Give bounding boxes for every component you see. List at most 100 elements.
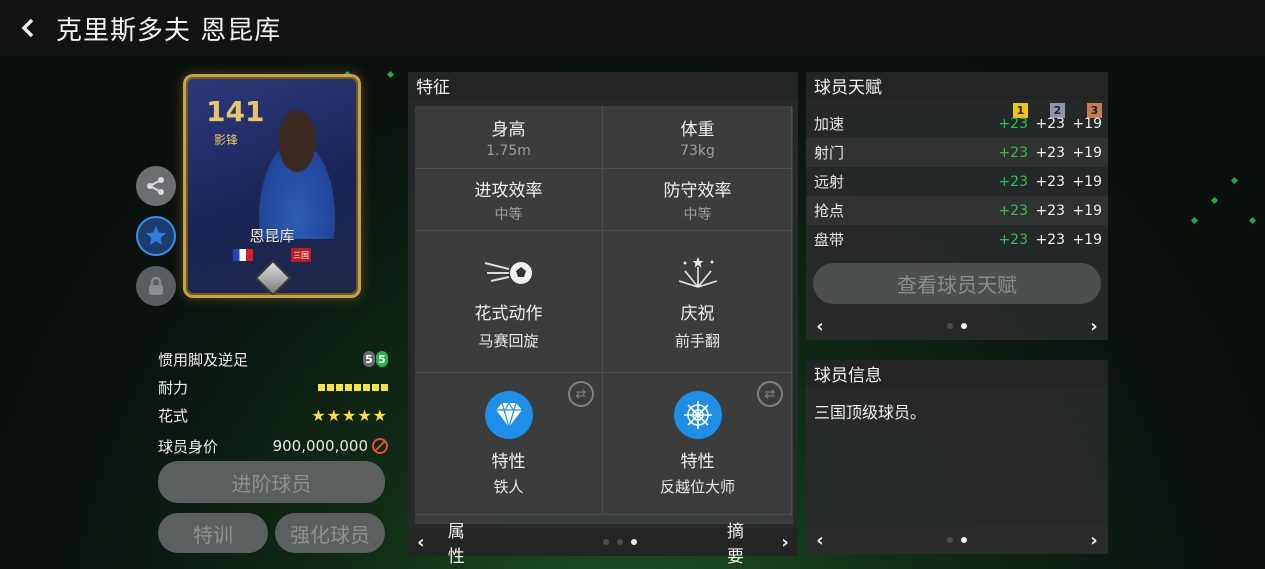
defense-label: 防守效率	[663, 180, 732, 201]
skill-move-cell[interactable]: 花式动作 马赛回旋	[415, 231, 603, 373]
page-dot	[947, 537, 953, 543]
page-title: 克里斯多夫 恩昆库	[56, 15, 282, 46]
page-dots	[603, 539, 637, 545]
celebration-label: 庆祝	[680, 303, 715, 324]
enhance-player-button[interactable]: 强化球员	[275, 513, 385, 553]
back-arrow-icon[interactable]	[0, 0, 56, 56]
talent-row: 加速 +23 +23 +19	[806, 109, 1108, 138]
summary-tab[interactable]: 摘要	[727, 517, 758, 567]
talent-tier3-value: +19	[1072, 231, 1102, 248]
traits-title: 特征	[408, 72, 798, 99]
height-label: 身高	[491, 120, 526, 140]
player-card[interactable]: 141 影锋 恩昆库 三国	[183, 74, 361, 298]
card-player-name: 恩昆库	[249, 227, 295, 245]
talent-tier3-value: +19	[1072, 173, 1102, 190]
decor-dot	[1190, 216, 1199, 225]
value-amount: 900,000,000	[272, 437, 368, 455]
stamina-bar	[318, 383, 388, 391]
no-trade-icon	[372, 438, 388, 454]
weight-cell: 体重 73kg	[604, 106, 792, 169]
talent-tier3-value: +19	[1072, 144, 1102, 161]
page-dot-active	[961, 537, 967, 543]
talent-tier1-value: +23	[998, 144, 1028, 161]
card-position: 影锋	[214, 133, 239, 147]
info-title: 球员信息	[806, 360, 1108, 387]
page-dot-active	[631, 539, 637, 545]
traits-footer: ‹ 属性 摘要 ›	[408, 522, 798, 567]
trait2-cell[interactable]: ⇄ 特性 反越位大师	[604, 373, 792, 515]
swap-icon[interactable]: ⇄	[757, 381, 783, 407]
talent-row: 射门 +23 +23 +19	[806, 138, 1108, 167]
france-flag-icon	[233, 249, 253, 261]
share-button[interactable]	[136, 166, 176, 206]
next-arrow-icon[interactable]: ›	[1080, 530, 1108, 551]
page-dot-active	[961, 323, 967, 329]
club-badge-icon: 三国	[291, 248, 311, 262]
attack-label: 进攻效率	[474, 180, 543, 201]
traits-grid: 身高 1.75m 体重 73kg 进攻效率 中等 防守效率 中等 花式动作 马赛…	[415, 106, 793, 524]
talent-row: 远射 +23 +23 +19	[806, 167, 1108, 196]
trait2-value: 反越位大师	[659, 477, 735, 496]
defense-value: 中等	[683, 206, 712, 223]
prev-arrow-icon[interactable]: ‹	[806, 530, 834, 551]
weight-label: 体重	[680, 120, 715, 140]
prev-arrow-icon[interactable]: ‹	[806, 316, 834, 337]
info-footer: ‹ ›	[806, 526, 1108, 554]
defense-cell: 防守效率 中等	[604, 169, 792, 231]
stat-row-value: 球员身价 900,000,000	[158, 435, 388, 457]
strong-foot-badge: 5	[376, 351, 388, 367]
attributes-tab[interactable]: 属性	[448, 517, 479, 567]
attack-value: 中等	[494, 206, 523, 223]
traits-panel: 特征 身高 1.75m 体重 73kg 进攻效率 中等 防守效率 中等 花式动作…	[408, 72, 798, 567]
info-text: 三国顶级球员。	[814, 403, 927, 422]
swap-icon[interactable]: ⇄	[568, 381, 594, 407]
page-dot	[947, 323, 953, 329]
decor-dot	[1210, 196, 1219, 205]
skill-stars: ★★★★★	[311, 405, 388, 425]
stat-row-stamina: 耐力	[158, 376, 388, 398]
trait1-cell[interactable]: ⇄ 特性 铁人	[415, 373, 603, 515]
page-dot	[617, 539, 623, 545]
skill-label: 花式	[158, 406, 189, 425]
height-value: 1.75m	[486, 143, 531, 159]
talent-tier3-value: +19	[1072, 202, 1102, 219]
star-icon	[146, 226, 166, 245]
skill-move-value: 马赛回旋	[478, 331, 539, 350]
next-arrow-icon[interactable]: ›	[1080, 316, 1108, 337]
view-talent-button[interactable]: 查看球员天赋	[813, 263, 1101, 304]
talent-tier1-value: +23	[998, 173, 1028, 190]
next-arrow-icon[interactable]: ›	[772, 532, 798, 553]
favorite-button[interactable]	[136, 216, 176, 256]
top-bar: 克里斯多夫 恩昆库	[0, 0, 1265, 56]
info-panel: 球员信息 三国顶级球员。 ‹ ›	[806, 360, 1108, 554]
talent-name: 远射	[814, 173, 845, 191]
player-value: 900,000,000	[273, 437, 388, 455]
weight-value: 73kg	[680, 143, 715, 159]
page-dots	[947, 323, 967, 329]
foot-label: 惯用脚及逆足	[158, 350, 249, 369]
celebration-cell[interactable]: 庆祝 前手翻	[604, 231, 792, 373]
stat-row-foot: 惯用脚及逆足 5 5	[158, 348, 388, 370]
stamina-label: 耐力	[158, 378, 189, 397]
talent-row: 抢点 +23 +23 +19	[806, 196, 1108, 225]
talent-list: 1 2 3 加速 +23 +23 +19 射门 +23 +23 +19 远射 +23 +2…	[806, 99, 1108, 254]
talent-panel: 球员天赋 1 2 3 加速 +23 +23 +19 射门 +23 +23 +19 远射 …	[806, 72, 1108, 340]
lock-button[interactable]	[136, 266, 176, 306]
talent-tier2-value: +23	[1035, 144, 1065, 161]
weak-foot-badge: 5	[363, 351, 375, 367]
web-icon	[673, 390, 722, 439]
stat-row-skill: 花式 ★★★★★	[158, 404, 388, 426]
trait1-label: 特性	[491, 451, 526, 472]
page-dot	[603, 539, 609, 545]
talent-tier2-value: +23	[1035, 173, 1065, 190]
celebration-value: 前手翻	[674, 331, 720, 350]
advance-player-button[interactable]: 进阶球员	[158, 461, 385, 503]
card-rating: 141	[206, 95, 265, 128]
talent-name: 加速	[814, 115, 845, 133]
talent-tier1-value: +23	[998, 115, 1028, 132]
decor-dot	[1248, 216, 1257, 225]
talent-tier1-value: +23	[998, 231, 1028, 248]
special-training-button[interactable]: 特训	[158, 513, 268, 553]
talent-name: 盘带	[814, 231, 845, 249]
prev-arrow-icon[interactable]: ‹	[408, 532, 434, 553]
